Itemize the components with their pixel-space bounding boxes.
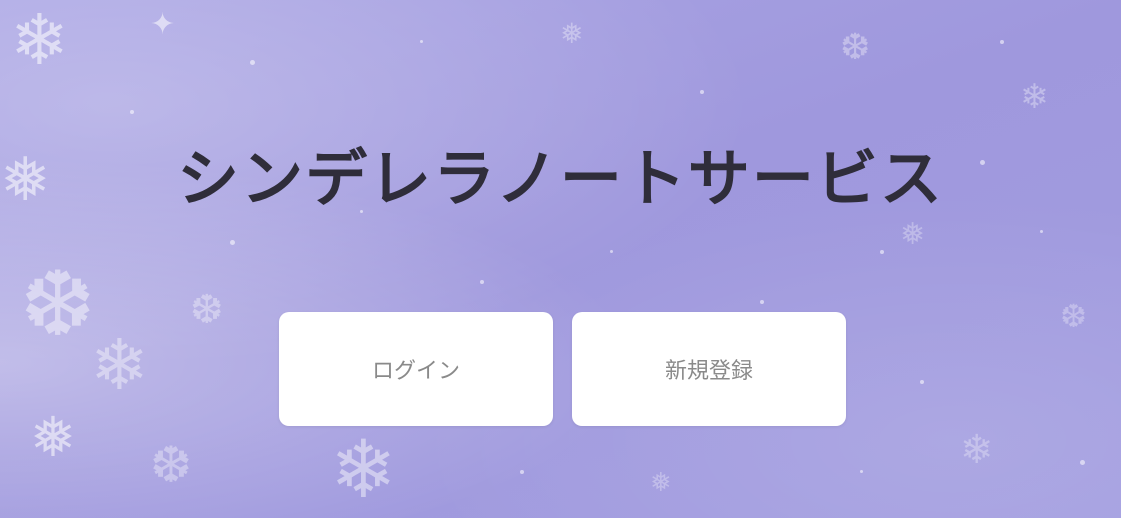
snow-dot [520, 470, 524, 474]
snowflake-icon: ❆ [190, 287, 224, 333]
snow-dot [880, 250, 884, 254]
snow-dot [760, 300, 764, 304]
snowflake-icon: ❄ [90, 324, 149, 406]
register-button[interactable]: 新規登録 [572, 312, 846, 426]
snowflake-icon: ❄ [10, 0, 69, 81]
login-button[interactable]: ログイン [279, 312, 553, 426]
page-title: シンデレラノートサービス [177, 142, 944, 215]
snow-dot [250, 60, 255, 65]
snowflake-icon: ❄ [1020, 77, 1049, 117]
snowflake-icon: ❆ [840, 27, 871, 68]
snow-dot [230, 240, 235, 245]
snow-background: ❄ ❅ ❆ ❄ ❅ ❆ ❄ ✦ ❅ ❆ ❄ ❅ ❆ ❄ ❅ ❆ [0, 0, 1121, 518]
snow-dot [420, 40, 423, 43]
snow-dot [700, 90, 704, 94]
snow-dot [920, 380, 924, 384]
snow-dot [480, 280, 484, 284]
snowflake-icon: ❆ [20, 252, 96, 357]
snowflake-icon: ❆ [150, 436, 192, 494]
login-button-label: ログイン [371, 359, 460, 384]
snow-dot [1080, 460, 1085, 465]
snow-dot [1040, 230, 1043, 233]
snowflake-icon: ❄ [330, 423, 398, 516]
snowflake-icon: ✦ [150, 7, 176, 42]
register-button-label: 新規登録 [664, 359, 753, 384]
snow-dot [130, 110, 134, 114]
snow-dot [860, 470, 863, 473]
snowflake-icon: ❅ [560, 17, 584, 50]
snowflake-icon: ❅ [650, 468, 672, 498]
snow-dot [1000, 40, 1004, 44]
snowflake-icon: ❅ [30, 405, 77, 469]
snow-dot [610, 250, 613, 253]
snowflake-icon: ❅ [900, 217, 926, 252]
snowflake-icon: ❄ [960, 427, 994, 473]
snowflake-icon: ❆ [1060, 297, 1087, 335]
